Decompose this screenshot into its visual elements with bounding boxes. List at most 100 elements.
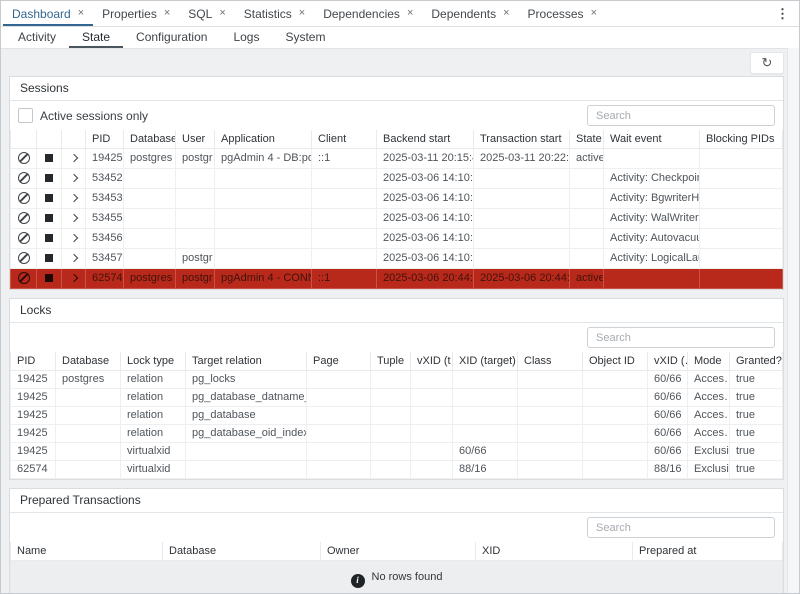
expand-details-icon[interactable] [69,214,77,222]
prepared-search-input[interactable] [587,517,775,538]
cancel-query-icon[interactable] [18,252,30,264]
col-state[interactable]: State [570,130,604,149]
terminate-session-icon-cell[interactable] [37,149,62,169]
cancel-query-icon[interactable] [18,232,30,244]
lock-row[interactable]: 19425virtualxid60/6660/66Exclusi…true [11,443,783,461]
col-database[interactable]: Database [124,130,176,149]
col-tuple[interactable]: Tuple [371,352,411,371]
tab-dependencies[interactable]: Dependencies× [314,1,422,26]
cancel-query-icon-cell[interactable] [11,149,37,169]
close-tab-icon[interactable]: × [299,8,305,19]
session-row[interactable]: 19425postgrespostgr…pgAdmin 4 - DB:post…… [11,149,783,169]
terminate-session-icon[interactable] [45,174,53,182]
lock-row[interactable]: 19425relationpg_database60/66Acces…true [11,407,783,425]
terminate-session-icon-cell[interactable] [37,169,62,189]
expand-details-icon[interactable] [69,174,77,182]
tab-processes[interactable]: Processes× [519,1,606,26]
lock-row[interactable]: 19425relationpg_database_datname_ind…60/… [11,389,783,407]
terminate-session-icon-cell[interactable] [37,269,62,289]
cancel-query-icon-cell[interactable] [11,189,37,209]
col-prepared-at[interactable]: Prepared at [633,542,783,561]
col-backend-start[interactable]: Backend start [377,130,474,149]
expand-details-icon-cell[interactable] [62,209,86,229]
locks-search-input[interactable] [587,327,775,348]
subtab-state[interactable]: State [69,27,123,48]
subtab-activity[interactable]: Activity [5,27,69,48]
cancel-query-icon-cell[interactable] [11,249,37,269]
tab-properties[interactable]: Properties× [93,1,179,26]
cancel-query-icon-cell[interactable] [11,229,37,249]
col-owner[interactable]: Owner [321,542,476,561]
col-name[interactable]: Name [11,542,163,561]
lock-row[interactable]: 62574virtualxid88/1688/16Exclusi…true [11,461,783,479]
sessions-search-input[interactable] [587,105,775,126]
terminate-session-icon[interactable] [45,234,53,242]
col-object-id[interactable]: Object ID [583,352,648,371]
expand-details-icon[interactable] [69,254,77,262]
subtab-system[interactable]: System [272,27,338,48]
refresh-button[interactable]: ↻ [750,52,784,74]
col-user[interactable]: User [176,130,215,149]
more-options-icon[interactable]: ⋮ [766,1,799,26]
tab-sql[interactable]: SQL× [179,1,234,26]
terminate-session-icon-cell[interactable] [37,249,62,269]
expand-details-icon-cell[interactable] [62,249,86,269]
expand-details-icon[interactable] [69,234,77,242]
col-pid[interactable]: PID [11,352,56,371]
subtab-logs[interactable]: Logs [220,27,272,48]
expand-details-icon-cell[interactable] [62,169,86,189]
expand-details-icon-cell[interactable] [62,229,86,249]
col-blocking-pids[interactable]: Blocking PIDs [700,130,783,149]
col-class[interactable]: Class [518,352,583,371]
vertical-scrollbar[interactable] [787,48,799,593]
col-page[interactable]: Page [307,352,371,371]
terminate-session-icon[interactable] [45,274,53,282]
tab-statistics[interactable]: Statistics× [235,1,314,26]
col-application[interactable]: Application [215,130,312,149]
cancel-query-icon[interactable] [18,272,30,284]
col-pid[interactable]: PID [86,130,124,149]
tab-dependents[interactable]: Dependents× [422,1,518,26]
lock-row[interactable]: 19425relationpg_database_oid_index60/66A… [11,425,783,443]
close-tab-icon[interactable]: × [503,8,509,19]
close-tab-icon[interactable]: × [219,8,225,19]
cancel-query-icon-cell[interactable] [11,169,37,189]
cancel-query-icon-cell[interactable] [11,269,37,289]
expand-details-icon[interactable] [69,154,77,162]
cancel-query-icon[interactable] [18,192,30,204]
col-xid[interactable]: XID [476,542,633,561]
close-tab-icon[interactable]: × [591,8,597,19]
expand-details-icon[interactable] [69,274,77,282]
close-tab-icon[interactable]: × [164,8,170,19]
col-xid-target[interactable]: XID (target) [453,352,518,371]
terminate-session-icon[interactable] [45,214,53,222]
terminate-session-icon[interactable] [45,254,53,262]
session-row[interactable]: 534552025-03-06 14:10:11 …Activity: WalW… [11,209,783,229]
session-row[interactable]: 534522025-03-06 14:10:11 …Activity: Chec… [11,169,783,189]
col-database[interactable]: Database [56,352,121,371]
terminate-session-icon-cell[interactable] [37,209,62,229]
col-wait-event[interactable]: Wait event [604,130,700,149]
col-vxid-t[interactable]: vXID (t… [411,352,453,371]
subtab-configuration[interactable]: Configuration [123,27,220,48]
cancel-query-icon[interactable] [18,152,30,164]
expand-details-icon-cell[interactable] [62,149,86,169]
col-lock-type[interactable]: Lock type [121,352,186,371]
close-tab-icon[interactable]: × [78,8,84,19]
tab-dashboard[interactable]: Dashboard× [3,1,93,26]
lock-row[interactable]: 19425postgresrelationpg_locks60/66Acces…… [11,371,783,389]
session-row[interactable]: 534532025-03-06 14:10:11 …Activity: Bgwr… [11,189,783,209]
session-row[interactable]: 534562025-03-06 14:10:11 …Activity: Auto… [11,229,783,249]
cancel-query-icon[interactable] [18,172,30,184]
active-sessions-checkbox[interactable] [18,108,33,123]
terminate-session-icon[interactable] [45,194,53,202]
col-client[interactable]: Client [312,130,377,149]
cancel-query-icon[interactable] [18,212,30,224]
expand-details-icon-cell[interactable] [62,189,86,209]
col-granted[interactable]: Granted? [730,352,783,371]
session-row[interactable]: 53457postgr…2025-03-06 14:10:11 …Activit… [11,249,783,269]
cancel-query-icon-cell[interactable] [11,209,37,229]
col-database[interactable]: Database [163,542,321,561]
session-row[interactable]: 62574postgrespostgr…pgAdmin 4 - CONN:6…:… [11,269,783,289]
terminate-session-icon-cell[interactable] [37,229,62,249]
